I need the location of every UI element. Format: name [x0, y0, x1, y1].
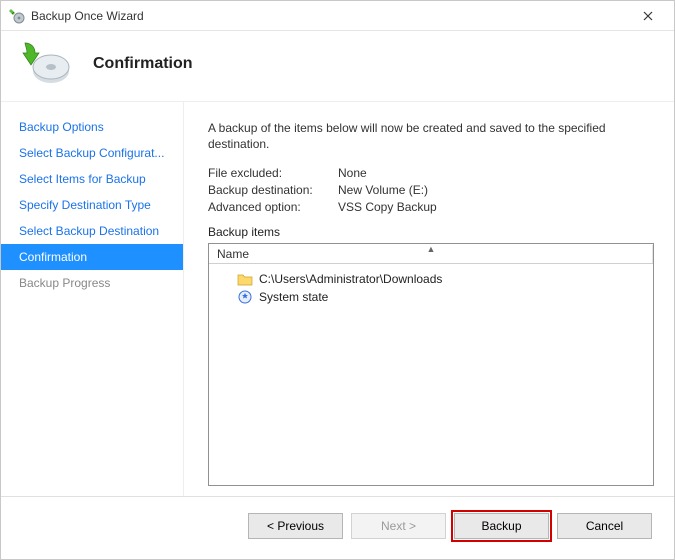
- wizard-logo-icon: [21, 41, 71, 87]
- step-backup-progress: Backup Progress: [1, 270, 183, 296]
- list-item-label: System state: [259, 290, 328, 304]
- backup-button[interactable]: Backup: [454, 513, 549, 539]
- description-text: A backup of the items below will now be …: [208, 120, 654, 152]
- wizard-footer: < Previous Next > Backup Cancel: [1, 496, 674, 559]
- page-heading: Confirmation: [93, 55, 193, 73]
- backup-items-list: Name ▲ C:\Users\Administrator\Downloads: [208, 243, 654, 486]
- folder-icon: [237, 271, 253, 287]
- titlebar: Backup Once Wizard: [1, 1, 674, 31]
- advanced-option-label: Advanced option:: [208, 200, 338, 214]
- main-area: Backup Options Select Backup Configurat.…: [1, 101, 674, 496]
- wizard-steps-sidebar: Backup Options Select Backup Configurat.…: [1, 102, 184, 496]
- step-select-backup-configuration[interactable]: Select Backup Configurat...: [1, 140, 183, 166]
- advanced-option-value: VSS Copy Backup: [338, 200, 437, 214]
- list-item[interactable]: System state: [213, 288, 649, 306]
- backup-destination-value: New Volume (E:): [338, 183, 428, 197]
- step-backup-options[interactable]: Backup Options: [1, 114, 183, 140]
- file-excluded-value: None: [338, 166, 367, 180]
- field-advanced-option: Advanced option: VSS Copy Backup: [208, 200, 654, 214]
- previous-button[interactable]: < Previous: [248, 513, 343, 539]
- list-item[interactable]: C:\Users\Administrator\Downloads: [213, 270, 649, 288]
- step-select-items-for-backup[interactable]: Select Items for Backup: [1, 166, 183, 192]
- wizard-header: Confirmation: [1, 31, 674, 101]
- content-panel: A backup of the items below will now be …: [184, 102, 674, 496]
- step-select-backup-destination[interactable]: Select Backup Destination: [1, 218, 183, 244]
- list-item-label: C:\Users\Administrator\Downloads: [259, 272, 442, 286]
- close-button[interactable]: [628, 2, 668, 30]
- next-button: Next >: [351, 513, 446, 539]
- field-backup-destination: Backup destination: New Volume (E:): [208, 183, 654, 197]
- backup-items-label: Backup items: [208, 225, 654, 239]
- backup-destination-label: Backup destination:: [208, 183, 338, 197]
- app-icon: [9, 8, 25, 24]
- step-confirmation[interactable]: Confirmation: [1, 244, 183, 270]
- system-state-icon: [237, 289, 253, 305]
- list-header[interactable]: Name ▲: [209, 244, 653, 264]
- step-specify-destination-type[interactable]: Specify Destination Type: [1, 192, 183, 218]
- field-file-excluded: File excluded: None: [208, 166, 654, 180]
- window-title: Backup Once Wizard: [31, 9, 628, 23]
- sort-ascending-icon: ▲: [427, 244, 436, 254]
- file-excluded-label: File excluded:: [208, 166, 338, 180]
- cancel-button[interactable]: Cancel: [557, 513, 652, 539]
- list-body: C:\Users\Administrator\Downloads System …: [209, 264, 653, 312]
